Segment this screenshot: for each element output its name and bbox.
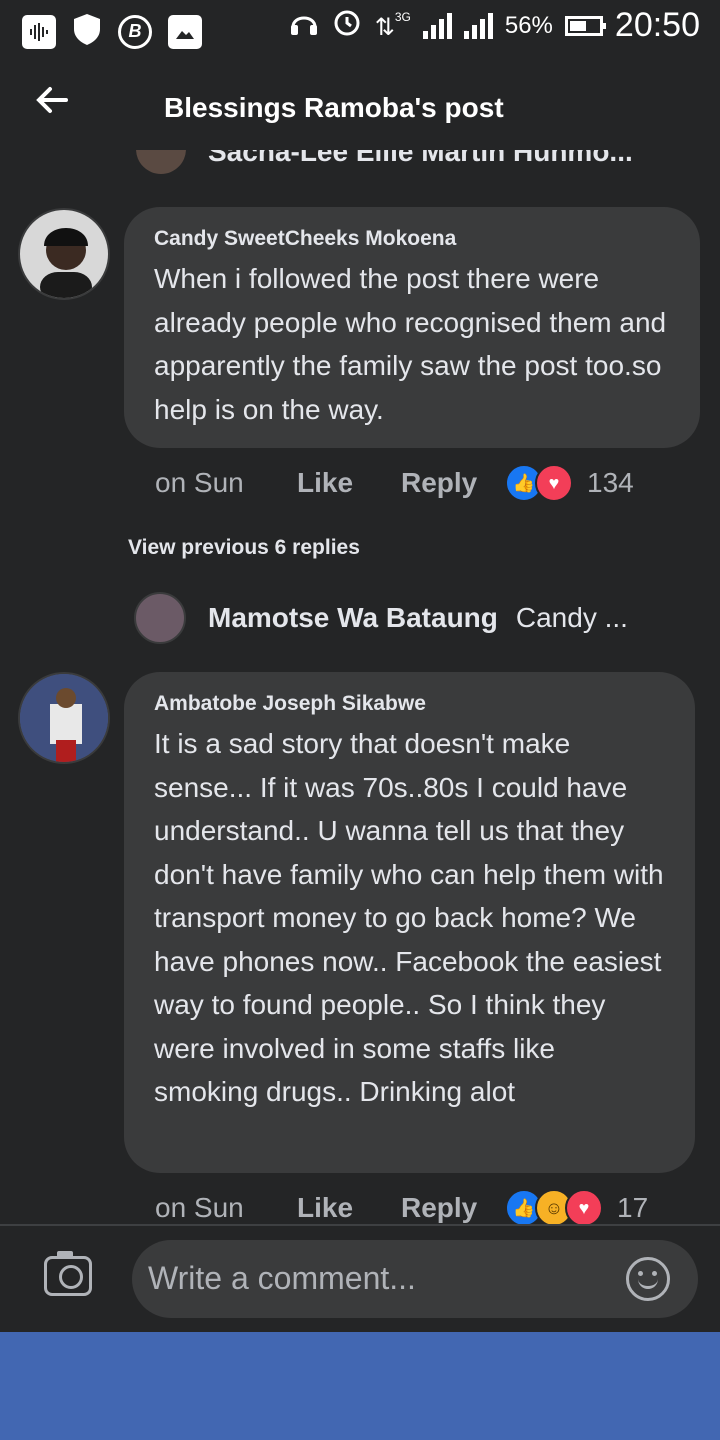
alarm-icon	[331, 6, 363, 45]
signal-icon	[422, 12, 452, 39]
comment-time[interactable]: on Sun	[155, 467, 297, 499]
comment-composer: Write a comment...	[0, 1226, 720, 1332]
post-header: Blessings Ramoba's post	[0, 68, 720, 148]
avatar[interactable]	[134, 592, 186, 644]
smiley-icon[interactable]	[626, 1257, 670, 1301]
reply-button[interactable]: Reply	[401, 1192, 505, 1224]
avatar[interactable]	[18, 672, 110, 764]
comment-time[interactable]: on Sun	[155, 1192, 297, 1224]
signal-icon	[463, 12, 493, 39]
reaction-count[interactable]: 134	[587, 467, 634, 499]
reply-text: Candy ...	[515, 602, 628, 633]
status-right: ⇅ 3G 56% 20:50	[289, 6, 700, 45]
comment-text: When i followed the post there were alre…	[154, 263, 667, 425]
comment-actions: on Sun Like Reply 👍 ♥ 134	[155, 463, 634, 503]
comment-bubble[interactable]: Candy SweetCheeks Mokoena When i followe…	[124, 207, 700, 448]
page-title: Blessings Ramoba's post	[164, 92, 504, 123]
comment-bubble[interactable]: Ambatobe Joseph Sikabwe It is a sad stor…	[124, 672, 695, 1173]
comment-input[interactable]: Write a comment...	[132, 1240, 698, 1318]
like-button[interactable]: Like	[297, 467, 401, 499]
data-arrows-icon: ⇅ 3G	[374, 9, 411, 41]
status-bar: B ⇅ 3G 56% 20:50	[0, 0, 720, 58]
cutoff-comment[interactable]: Sacha-Lee Ellie Martin Hunmo...	[136, 150, 696, 180]
like-button[interactable]: Like	[297, 1192, 401, 1224]
avatar[interactable]	[18, 208, 110, 300]
image-icon	[168, 14, 202, 49]
back-arrow-icon[interactable]	[34, 82, 70, 125]
reply-preview[interactable]: Mamotse Wa Bataung Candy ...	[134, 592, 628, 644]
network-type: 3G	[394, 9, 411, 24]
camera-icon[interactable]	[44, 1251, 92, 1296]
avatar[interactable]	[136, 150, 186, 174]
shield-icon	[72, 12, 102, 51]
reaction-count[interactable]: 17	[617, 1192, 648, 1224]
reactions[interactable]: 👍 ♥	[505, 464, 573, 502]
b-circle-icon: B	[118, 14, 152, 49]
love-reaction-icon: ♥	[535, 464, 573, 502]
comment-placeholder[interactable]: Write a comment...	[148, 1260, 416, 1297]
comment-actions: on Sun Like Reply 👍 ☺ ♥ 17	[155, 1188, 648, 1228]
waveform-icon	[22, 14, 56, 49]
battery-percent: 56%	[504, 11, 553, 39]
battery-fill	[569, 20, 586, 31]
comment-text: It is a sad story that doesn't make sens…	[154, 728, 664, 1107]
view-previous-replies[interactable]: View previous 6 replies	[128, 536, 360, 560]
system-nav-bar	[0, 1332, 720, 1440]
status-left-icons: B	[22, 12, 202, 51]
battery-icon	[564, 15, 606, 36]
reply-author[interactable]: Mamotse Wa Bataung	[208, 602, 498, 634]
comment-author[interactable]: Candy SweetCheeks Mokoena	[154, 227, 670, 251]
clock: 20:50	[614, 6, 700, 44]
comment-author[interactable]: Ambatobe Joseph Sikabwe	[154, 692, 665, 716]
love-reaction-icon: ♥	[565, 1189, 603, 1227]
reply-button[interactable]: Reply	[401, 467, 505, 499]
headphones-icon	[289, 7, 319, 44]
reactions[interactable]: 👍 ☺ ♥	[505, 1189, 603, 1227]
cutoff-comment-text: Sacha-Lee Ellie Martin Hunmo...	[208, 150, 633, 167]
